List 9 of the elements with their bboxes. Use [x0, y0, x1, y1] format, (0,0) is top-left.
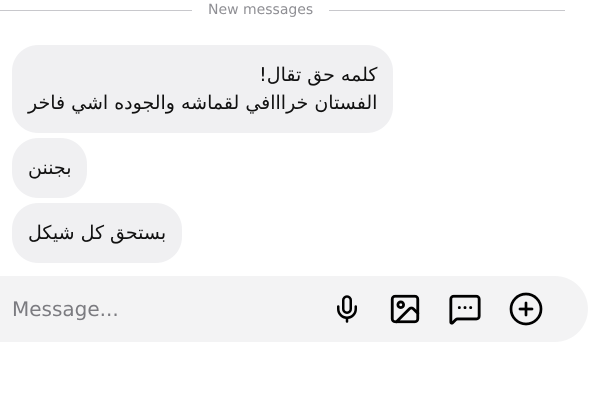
message-text: الفستان خرااافي لقماشه والجوده اشي فاخر: [28, 91, 378, 116]
message-text: بستحق كل شيكل: [28, 221, 166, 246]
plus-icon[interactable]: [508, 291, 544, 327]
message-text: كلمه حق تقال!: [259, 63, 378, 88]
divider-label: New messages: [207, 0, 314, 20]
message-field[interactable]: Message...: [12, 294, 332, 324]
chat-bubble-icon[interactable]: [448, 292, 482, 326]
image-icon[interactable]: [388, 292, 422, 326]
message-text: بجننن: [28, 156, 72, 181]
